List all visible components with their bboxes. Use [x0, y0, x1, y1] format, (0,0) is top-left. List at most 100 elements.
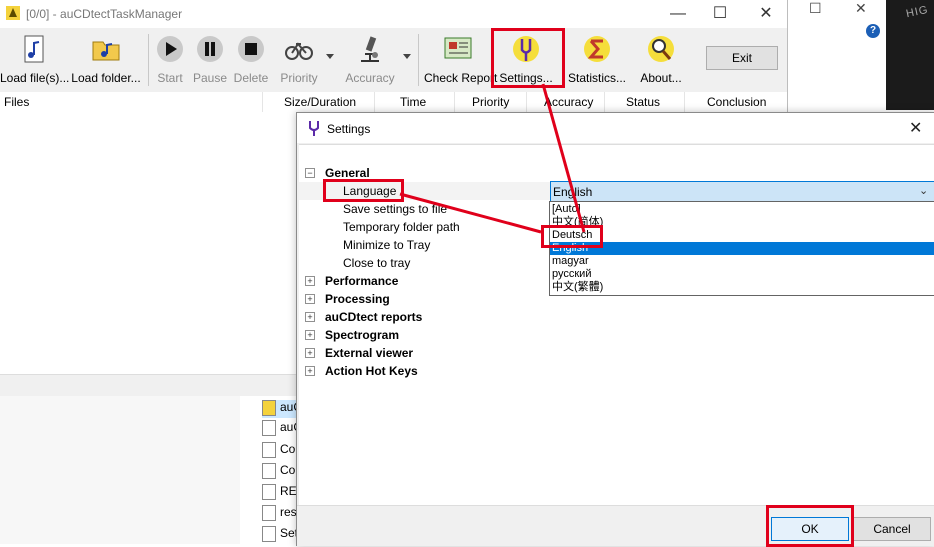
- tree-label: Processing: [325, 292, 390, 306]
- tree-label: Minimize to Tray: [343, 238, 431, 252]
- expand-icon[interactable]: +: [305, 348, 315, 358]
- app-file-icon: [262, 400, 276, 416]
- tree-label: Action Hot Keys: [325, 364, 418, 378]
- expand-icon[interactable]: +: [305, 366, 315, 376]
- play-icon: [157, 36, 183, 62]
- explorer-nav-pane: [0, 396, 240, 544]
- start-label: Start: [157, 71, 183, 85]
- column-divider[interactable]: [262, 92, 263, 112]
- toolbar-separator: [148, 34, 149, 86]
- maximize-button[interactable]: ☐: [700, 4, 740, 24]
- settings-file-icon: [262, 420, 276, 436]
- load-folder-button[interactable]: Load folder...: [70, 34, 142, 88]
- language-option[interactable]: 中文(简体): [550, 216, 934, 229]
- priority-button[interactable]: Priority: [276, 34, 322, 88]
- language-option-highlighted[interactable]: English: [550, 242, 934, 255]
- expand-icon[interactable]: +: [305, 294, 315, 304]
- language-dropdown-list: [Auto] 中文(简体) Deutsch English magyar рус…: [549, 201, 934, 296]
- pause-icon: [197, 36, 223, 62]
- chevron-down-icon[interactable]: ⌄: [919, 184, 928, 197]
- settings-file-icon: [262, 442, 276, 458]
- statistics-button[interactable]: Statistics...: [566, 34, 628, 88]
- tree-group-spectrogram[interactable]: + Spectrogram: [299, 326, 934, 344]
- load-files-label: Load file(s)...: [0, 71, 70, 85]
- exit-button[interactable]: Exit: [706, 46, 778, 70]
- annotation-box-language: [323, 179, 404, 202]
- tree-group-reports[interactable]: + auCDtect reports: [299, 308, 934, 326]
- magnifier-icon: [648, 36, 674, 62]
- priority-dropdown-arrow[interactable]: [326, 54, 334, 59]
- tree-label: Temporary folder path: [343, 220, 460, 234]
- about-button[interactable]: About...: [636, 34, 686, 88]
- window-title: [0/0] - auCDtectTaskManager: [26, 7, 183, 21]
- tree-group-external-viewer[interactable]: + External viewer: [299, 344, 934, 362]
- bg-close-icon: ✕: [855, 0, 867, 16]
- settings-titlebar: Settings ✕: [297, 113, 934, 143]
- col-status[interactable]: Status: [626, 95, 660, 109]
- tree-label: auCDtect reports: [325, 310, 423, 324]
- annotation-box-settings: [491, 28, 565, 88]
- accuracy-dropdown-arrow[interactable]: [403, 54, 411, 59]
- main-titlebar: [0/0] - auCDtectTaskManager — ☐ ✕: [0, 0, 787, 28]
- settings-file-icon: [262, 526, 276, 542]
- col-time[interactable]: Time: [400, 95, 426, 109]
- language-option[interactable]: [Auto]: [550, 203, 934, 216]
- language-select[interactable]: English ⌄: [550, 181, 934, 203]
- check-report-label: Check Report: [424, 71, 498, 85]
- help-icon[interactable]: ?: [866, 24, 880, 38]
- text-file-icon: [262, 484, 276, 500]
- pause-button[interactable]: Pause: [192, 34, 228, 88]
- check-report-button[interactable]: Check Report: [424, 34, 498, 88]
- about-label: About...: [640, 71, 682, 85]
- music-file-icon: [24, 35, 44, 63]
- col-priority[interactable]: Priority: [472, 95, 509, 109]
- expand-icon[interactable]: +: [305, 312, 315, 322]
- cancel-button[interactable]: Cancel: [853, 517, 931, 541]
- tree-label: Performance: [325, 274, 399, 288]
- col-conclusion[interactable]: Conclusion: [707, 95, 766, 109]
- col-size-duration[interactable]: Size/Duration: [284, 95, 356, 109]
- bicycle-icon: [285, 42, 313, 60]
- annotation-box-ok: [766, 505, 854, 547]
- tree-group-hotkeys[interactable]: + Action Hot Keys: [299, 362, 934, 380]
- column-divider[interactable]: [454, 92, 455, 112]
- expand-icon[interactable]: +: [305, 276, 315, 286]
- toolbar: Load file(s)... Load folder... Start Pau…: [0, 28, 787, 93]
- accuracy-button[interactable]: Accuracy: [344, 34, 396, 88]
- files-list[interactable]: [0, 112, 300, 374]
- tuning-fork-icon: [309, 121, 319, 136]
- expand-icon[interactable]: +: [305, 330, 315, 340]
- col-files[interactable]: Files: [4, 95, 29, 109]
- close-button[interactable]: ✕: [746, 4, 786, 24]
- stop-icon: [238, 36, 264, 62]
- start-button[interactable]: Start: [152, 34, 188, 88]
- tree-label: Close to tray: [343, 256, 411, 270]
- list-item-label: Co: [280, 463, 296, 478]
- settings-close-button[interactable]: ✕: [909, 118, 922, 138]
- column-divider[interactable]: [684, 92, 685, 112]
- load-files-button[interactable]: Load file(s)...: [0, 34, 70, 88]
- column-divider[interactable]: [526, 92, 527, 112]
- app-icon: [6, 6, 20, 20]
- list-item-label: Co: [280, 442, 296, 457]
- toolbar-separator: [418, 34, 419, 86]
- language-option[interactable]: 中文(繁體): [550, 281, 934, 294]
- language-option[interactable]: Deutsch: [550, 229, 934, 242]
- tree-label: External viewer: [325, 346, 414, 360]
- sigma-icon: [584, 36, 610, 62]
- tree-label: General: [325, 166, 370, 180]
- column-divider[interactable]: [604, 92, 605, 112]
- collapse-icon[interactable]: −: [305, 168, 315, 178]
- col-accuracy[interactable]: Accuracy: [544, 95, 593, 109]
- language-option[interactable]: русский: [550, 268, 934, 281]
- minimize-button[interactable]: —: [658, 4, 698, 24]
- delete-button[interactable]: Delete: [232, 34, 270, 88]
- bg-strip-text: HIG: [904, 3, 930, 21]
- files-column-header: Files Size/Duration Time Priority Accura…: [0, 92, 787, 113]
- column-divider[interactable]: [374, 92, 375, 112]
- tree-label: Spectrogram: [325, 328, 400, 342]
- language-option[interactable]: magyar: [550, 255, 934, 268]
- pause-label: Pause: [192, 71, 228, 85]
- settings-dialog: Settings ✕ − General Language Save setti…: [296, 112, 934, 546]
- tree-label: Save settings to file: [343, 202, 448, 216]
